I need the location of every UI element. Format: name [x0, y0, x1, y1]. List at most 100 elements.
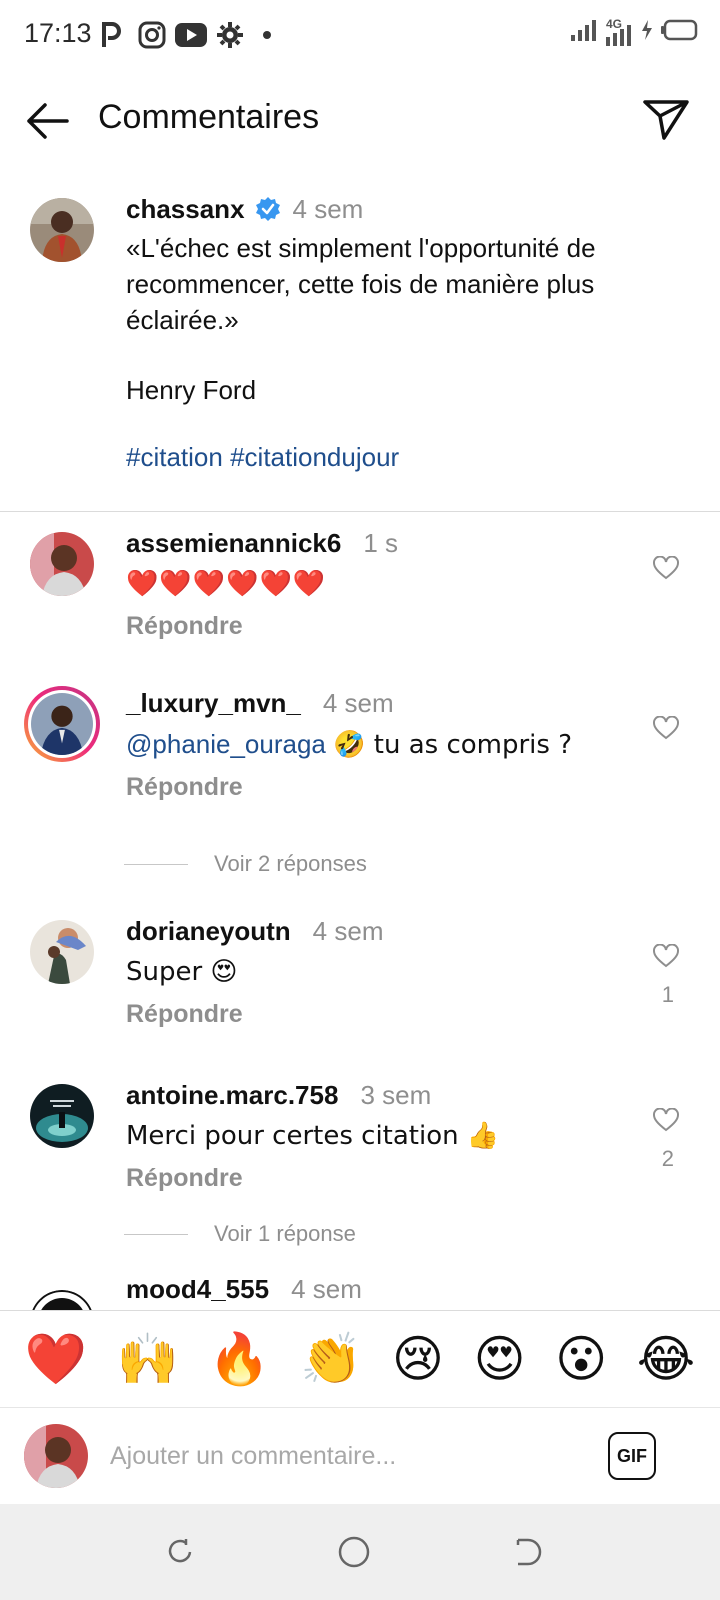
- share-button[interactable]: [640, 94, 692, 146]
- paper-plane-icon: [643, 100, 689, 140]
- comment-text: ❤️❤️❤️❤️❤️❤️: [126, 569, 327, 599]
- caption-username[interactable]: chassanx: [126, 194, 245, 224]
- avatar[interactable]: [30, 1084, 94, 1148]
- heart-icon: [653, 1108, 679, 1132]
- hashtag-link[interactable]: #citationdujour: [230, 442, 399, 472]
- dot-icon: [262, 20, 272, 50]
- view-replies-button[interactable]: Voir 1 réponse: [124, 1216, 524, 1252]
- heart-icon: [653, 716, 679, 740]
- comment-time: 3 sem: [360, 1080, 432, 1110]
- caption-line: «L'échec est simplement l'opportunité de: [126, 233, 596, 263]
- comment-username[interactable]: dorianeyoutn: [126, 916, 291, 946]
- emoji-heart-eyes-button[interactable]: 😍: [474, 1329, 526, 1389]
- recents-icon: [168, 1539, 192, 1563]
- comment-username[interactable]: antoine.marc.758: [126, 1080, 338, 1110]
- like-count: 2: [661, 1146, 674, 1171]
- back-button[interactable]: [22, 96, 72, 146]
- reply-button[interactable]: Répondre: [126, 1164, 646, 1193]
- avatar[interactable]: [30, 532, 94, 596]
- mention-link[interactable]: @phanie_ouraga: [126, 729, 326, 759]
- caption-hashtags: #citation #citationdujour: [126, 442, 686, 473]
- like-count: 1: [661, 982, 674, 1007]
- divider: [124, 863, 188, 865]
- comment-item: assemienannick6 1 s ❤️❤️❤️❤️❤️❤️ Répondre: [0, 528, 720, 672]
- comment-item: _luxury_mvn_ 4 sem @phanie_ouraga 🤣 tu as…: [0, 686, 720, 812]
- header: Commentaires: [0, 80, 720, 160]
- caption-time: 4 sem: [292, 194, 364, 224]
- recents-button[interactable]: [160, 1532, 200, 1572]
- heart-icon: [653, 944, 679, 968]
- avatar[interactable]: [30, 1290, 94, 1310]
- comment-item-partial: mood4_555 4 sem: [0, 1280, 720, 1310]
- comment-input[interactable]: [110, 1434, 580, 1478]
- verified-badge-icon: [255, 196, 281, 227]
- comment-time: 4 sem: [322, 688, 394, 718]
- comment-body: dorianeyoutn 4 sem Super 😍 Répondre: [126, 916, 646, 1029]
- comment-text: Merci pour certes citation 👍: [126, 1121, 500, 1151]
- comment-text: Super 😍: [126, 957, 238, 987]
- battery-icon: [660, 19, 698, 46]
- comment-username[interactable]: mood4_555: [126, 1280, 269, 1304]
- caption-line: [126, 408, 686, 442]
- emoji-heart-button[interactable]: ❤️: [25, 1329, 87, 1389]
- view-replies-label: Voir 2 réponses: [214, 851, 367, 876]
- comment-body: assemienannick6 1 s ❤️❤️❤️❤️❤️❤️ Répondre: [126, 528, 646, 641]
- emoji-fire-button[interactable]: 🔥: [208, 1329, 270, 1389]
- emoji-crying-button[interactable]: 😢: [392, 1329, 444, 1389]
- caption-body: chassanx 4 sem «L'échec est simplement l'…: [126, 194, 686, 473]
- arrow-left-icon: [27, 103, 69, 139]
- status-right: 4G: [570, 17, 698, 47]
- emoji-quick-bar: ❤️ 🙌 🔥 👏 😢 😍 😮 😂: [0, 1310, 720, 1408]
- instagram-icon: [138, 20, 166, 50]
- back-icon: [516, 1538, 542, 1566]
- parking-icon: [100, 20, 124, 50]
- caption-line: [126, 338, 686, 372]
- post-caption: chassanx 4 sem «L'échec est simplement l'…: [0, 186, 720, 512]
- youtube-icon: [174, 20, 208, 50]
- reply-button[interactable]: Répondre: [126, 612, 646, 641]
- status-time: 17:13: [24, 18, 92, 48]
- view-replies-button[interactable]: Voir 2 réponses: [124, 846, 524, 882]
- view-replies-label: Voir 1 réponse: [214, 1221, 356, 1246]
- avatar[interactable]: [30, 920, 94, 984]
- like-button[interactable]: [646, 548, 686, 588]
- like-button[interactable]: [646, 1100, 686, 1140]
- avatar[interactable]: [30, 198, 94, 262]
- caption-line: recommencer, cette fois de manière plus: [126, 269, 595, 299]
- like-button[interactable]: [646, 936, 686, 976]
- comment-username[interactable]: assemienannick6: [126, 528, 341, 558]
- emoji-laughing-button[interactable]: 😂: [637, 1329, 695, 1389]
- emoji-raised-hands-button[interactable]: 🙌: [117, 1329, 179, 1389]
- comment-item: antoine.marc.758 3 sem Merci pour certes …: [0, 1080, 720, 1204]
- comment-composer: GIF: [0, 1408, 720, 1504]
- comment-time: 4 sem: [291, 1280, 362, 1304]
- network-4g-icon: 4G: [604, 17, 634, 47]
- home-button[interactable]: [334, 1532, 374, 1572]
- reply-button[interactable]: Répondre: [126, 773, 646, 802]
- hashtag-link[interactable]: #citation: [126, 442, 223, 472]
- status-bar: 17:13 4G: [0, 0, 720, 72]
- back-nav-button[interactable]: [506, 1532, 546, 1572]
- charging-icon: [640, 19, 654, 46]
- like-button[interactable]: [646, 708, 686, 748]
- system-nav-bar: [0, 1504, 720, 1600]
- signal-icon: [570, 18, 598, 47]
- story-ring-avatar[interactable]: [24, 686, 100, 762]
- gear-icon: [216, 20, 244, 50]
- comment-username[interactable]: _luxury_mvn_: [126, 688, 301, 718]
- heart-icon: [653, 556, 679, 580]
- comment-time: 1 s: [363, 528, 399, 558]
- page-title: Commentaires: [98, 98, 320, 136]
- comment-message: 🤣 tu as compris ?: [333, 730, 572, 760]
- divider: [124, 1233, 188, 1235]
- emoji-clap-button[interactable]: 👏: [300, 1329, 362, 1389]
- gif-button[interactable]: GIF: [608, 1432, 656, 1480]
- caption-line: éclairée.»: [126, 305, 239, 335]
- caption-line: Henry Ford: [126, 375, 257, 405]
- comment-body: _luxury_mvn_ 4 sem @phanie_ouraga 🤣 tu as…: [126, 688, 646, 802]
- reply-button[interactable]: Répondre: [126, 1000, 646, 1029]
- comment-body: antoine.marc.758 3 sem Merci pour certes …: [126, 1080, 646, 1193]
- comment-time: 4 sem: [312, 916, 384, 946]
- emoji-surprised-button[interactable]: 😮: [555, 1329, 607, 1389]
- current-user-avatar: [24, 1424, 88, 1488]
